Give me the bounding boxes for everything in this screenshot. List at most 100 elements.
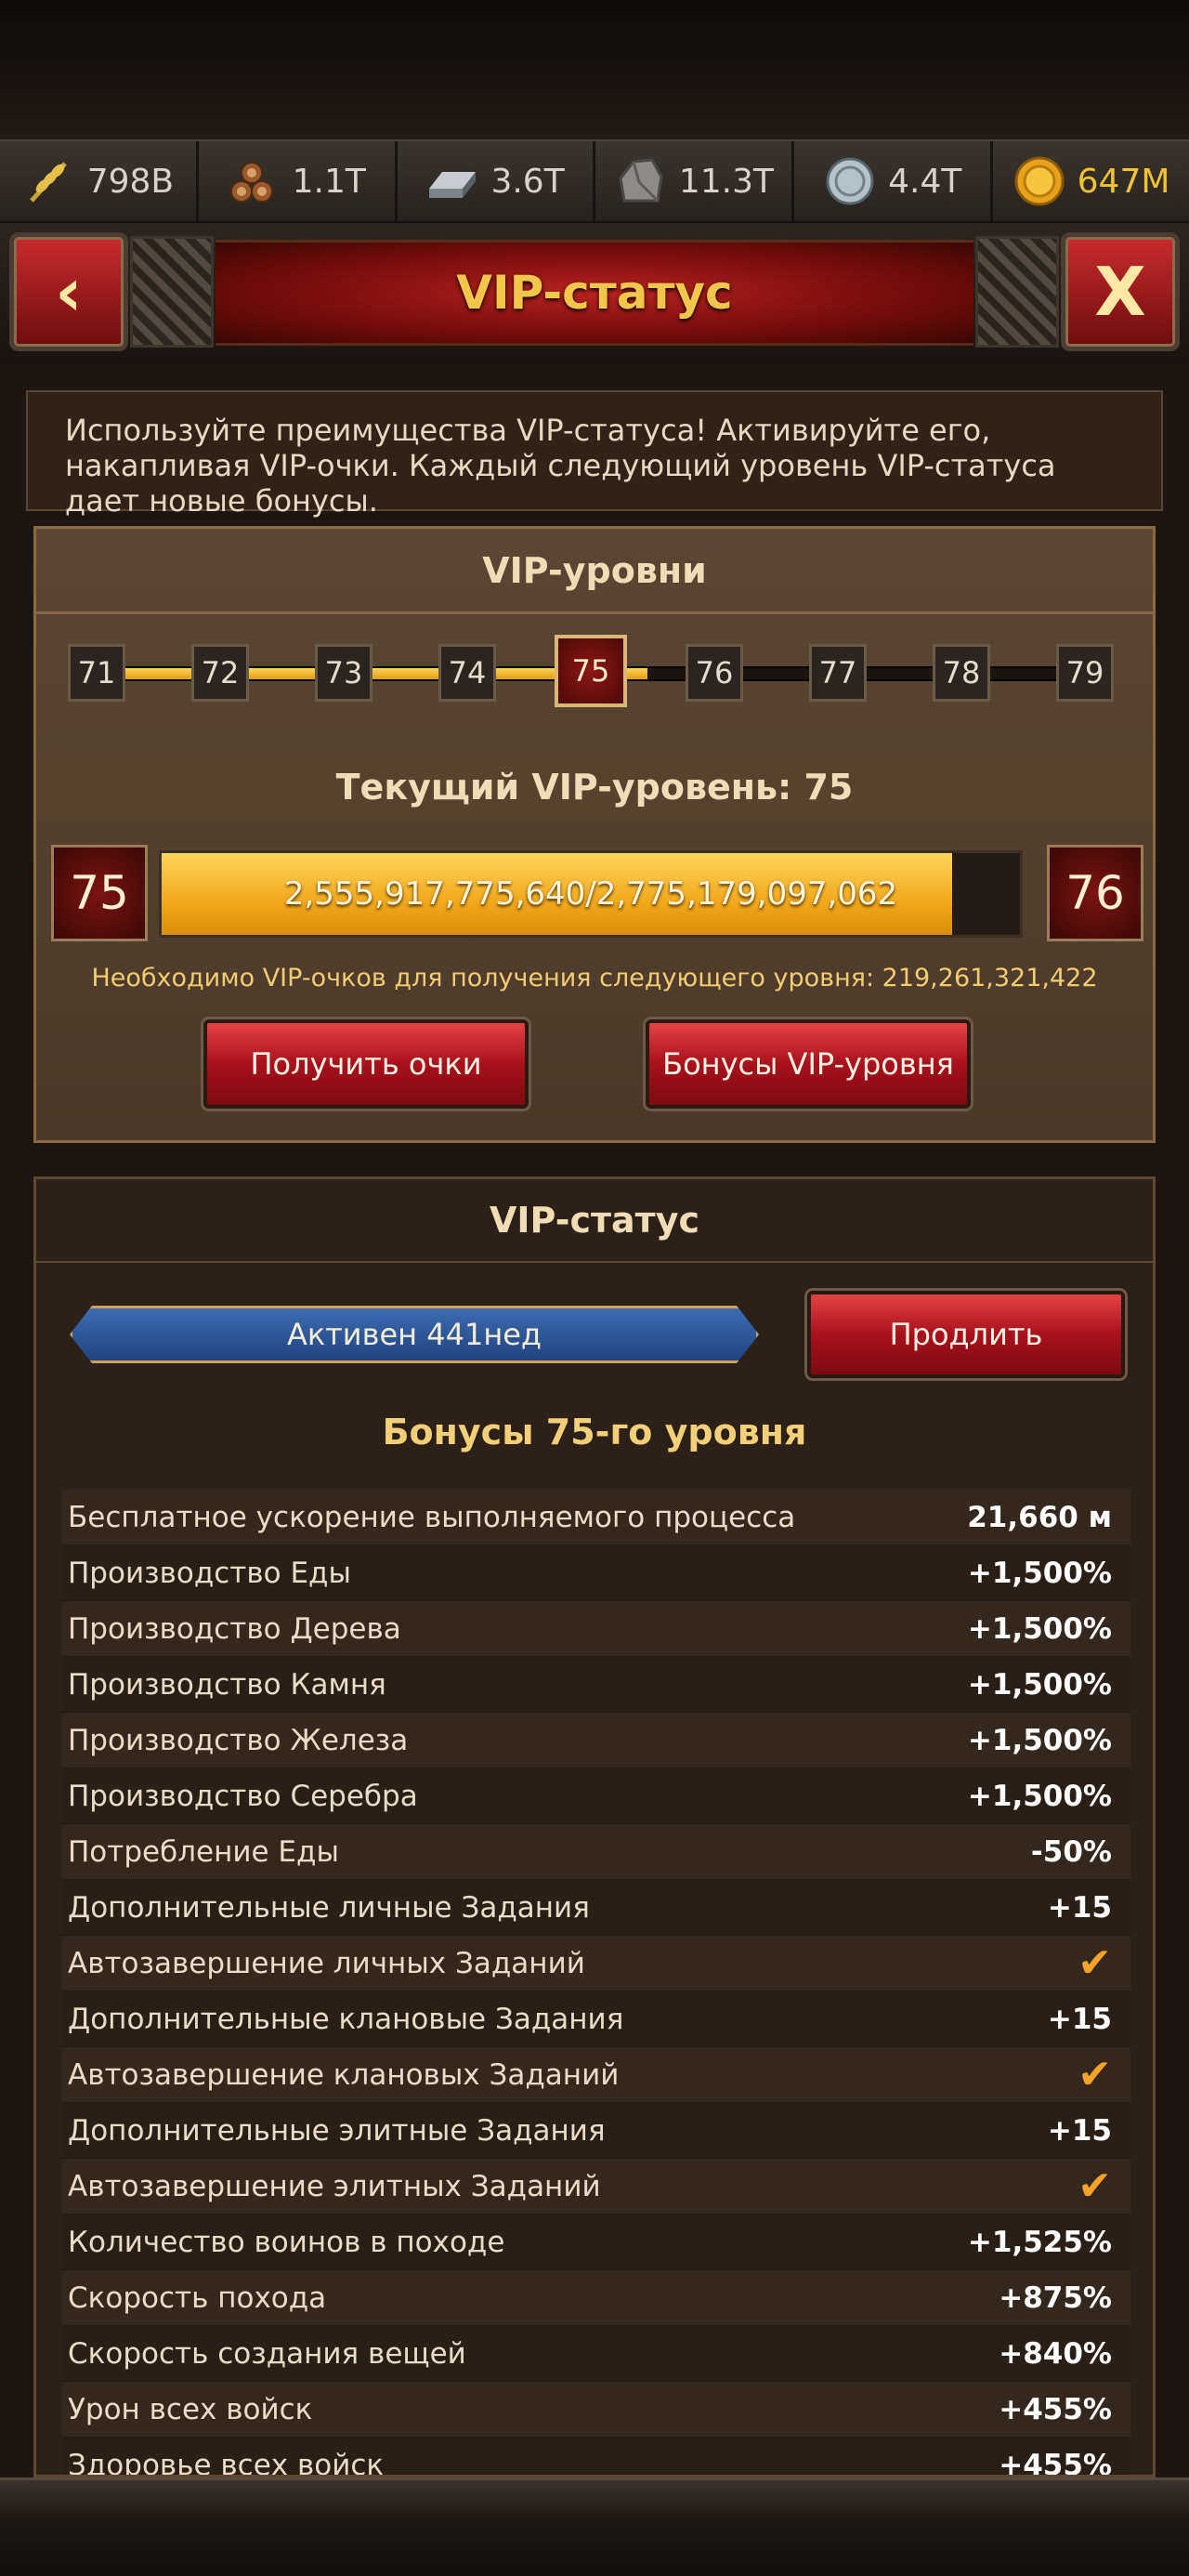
- current-level-label: Текущий VIP-уровень: 75: [36, 752, 1153, 822]
- extend-button[interactable]: Продлить: [807, 1291, 1125, 1378]
- bonus-list: Бесплатное ускорение выполняемого процес…: [62, 1490, 1130, 2477]
- bonus-value: +15: [1047, 2002, 1112, 2036]
- vip-levels-title: VIP-уровни: [36, 529, 1153, 614]
- bonus-label: Дополнительные клановые Задания: [68, 2002, 624, 2036]
- bonus-label: Автозавершение клановых Заданий: [68, 2057, 620, 2092]
- level-node[interactable]: 76: [686, 644, 743, 702]
- bonus-row: Производство Еды +1,500%: [62, 1545, 1130, 1601]
- level-node[interactable]: 77: [809, 644, 867, 702]
- bonus-label: Автозавершение элитных Заданий: [68, 2169, 601, 2203]
- level-node[interactable]: 73: [315, 644, 372, 702]
- bonus-value: +455%: [999, 2448, 1112, 2477]
- level-node-current[interactable]: 75: [555, 635, 627, 707]
- bonus-row: Производство Железа +1,500%: [62, 1713, 1130, 1768]
- resource-silver[interactable]: 4.4T: [794, 141, 994, 221]
- iron-value: 3.6T: [490, 162, 565, 201]
- check-icon: ✔: [1078, 2162, 1112, 2210]
- points-needed-text: Необходимо VIP-очков для получения следу…: [91, 964, 1098, 992]
- bonus-label: Производство Железа: [68, 1723, 409, 1757]
- level-node[interactable]: 78: [933, 644, 990, 702]
- bonus-value: +455%: [999, 2392, 1112, 2426]
- knot-ornament-left: [130, 236, 214, 348]
- level-node[interactable]: 74: [438, 644, 496, 702]
- vip-progress-text: 2,555,917,775,640/2,775,179,097,062: [283, 875, 898, 913]
- resource-stone[interactable]: 11.3T: [595, 141, 795, 221]
- bonus-label: Автозавершение личных Заданий: [68, 1946, 585, 1980]
- stone-value: 11.3T: [678, 162, 774, 201]
- level-node[interactable]: 72: [191, 644, 249, 702]
- bonus-row: Потребление Еды -50%: [62, 1824, 1130, 1880]
- bonus-row: Дополнительные личные Задания +15: [62, 1880, 1130, 1936]
- check-icon: ✔: [1078, 1939, 1112, 1987]
- vip-progress-bar: 2,555,917,775,640/2,775,179,097,062: [159, 850, 1023, 938]
- bonus-value: +1,500%: [967, 1723, 1112, 1757]
- resource-food[interactable]: 798B: [0, 141, 199, 221]
- page-title: VIP-статус: [456, 266, 733, 320]
- iron-icon: [425, 154, 479, 208]
- back-button[interactable]: ‹: [9, 232, 128, 351]
- active-status-badge: Активен 441нед: [70, 1306, 759, 1363]
- bonus-value: +1,500%: [967, 1779, 1112, 1813]
- bonus-value: +875%: [999, 2280, 1112, 2315]
- bonus-label: Здоровье всех войск: [68, 2448, 385, 2477]
- get-points-button[interactable]: Получить очки: [203, 1019, 529, 1109]
- resource-bar: 798B 1.1T 3.6T 11.3T 4.4T 647M: [0, 139, 1189, 223]
- bonus-row: Здоровье всех войск +455%: [62, 2438, 1130, 2477]
- title-banner: VIP-статус: [216, 240, 973, 346]
- level-bonuses-button[interactable]: Бонусы VIP-уровня: [646, 1019, 971, 1109]
- level-track: 71 72 73 74 75 76 77 78 79: [68, 635, 1127, 707]
- bonus-row: Бесплатное ускорение выполняемого процес…: [62, 1490, 1130, 1545]
- bonus-row: Автозавершение элитных Заданий ✔: [62, 2159, 1130, 2215]
- info-text: Используйте преимущества VIP-статуса! Ак…: [26, 390, 1163, 519]
- bonus-title: Бонусы 75-го уровня: [382, 1412, 807, 1452]
- vip-progress-row: 75 2,555,917,775,640/2,775,179,097,062 7…: [51, 845, 1143, 947]
- bonus-row: Урон всех войск +455%: [62, 2382, 1130, 2438]
- silver-icon: [823, 154, 877, 208]
- current-level-badge: 75: [51, 845, 148, 941]
- bonus-value: +1,525%: [967, 2225, 1112, 2259]
- close-button[interactable]: X: [1061, 232, 1180, 351]
- vip-status-title: VIP-статус: [36, 1179, 1153, 1263]
- bonus-value: +840%: [999, 2336, 1112, 2371]
- bonus-row: Скорость похода +875%: [62, 2270, 1130, 2326]
- gold-value: 647M: [1077, 162, 1170, 201]
- bonus-label: Урон всех войск: [68, 2392, 313, 2426]
- level-node[interactable]: 79: [1056, 644, 1114, 702]
- stone-icon: [614, 154, 668, 208]
- bonus-label: Производство Серебра: [68, 1779, 418, 1813]
- vip-status-panel: VIP-статус Активен 441нед Продлить Бонус…: [33, 1176, 1156, 2477]
- bonus-row: Скорость создания вещей +840%: [62, 2326, 1130, 2382]
- bonus-label: Производство Камня: [68, 1667, 386, 1702]
- bonus-label: Дополнительные элитные Задания: [68, 2113, 606, 2148]
- resource-gold[interactable]: 647M: [993, 141, 1189, 221]
- bonus-value: +1,500%: [967, 1667, 1112, 1702]
- bonus-value: +15: [1047, 2113, 1112, 2148]
- bonus-value: -50%: [1030, 1834, 1112, 1869]
- bonus-label: Дополнительные личные Задания: [68, 1890, 590, 1925]
- food-value: 798B: [86, 162, 175, 201]
- close-icon: X: [1094, 253, 1146, 331]
- level-node[interactable]: 71: [68, 644, 125, 702]
- bonus-value: +1,500%: [967, 1611, 1112, 1646]
- resource-wood[interactable]: 1.1T: [199, 141, 398, 221]
- bonus-row: Дополнительные клановые Задания +15: [62, 1991, 1130, 2047]
- resource-iron[interactable]: 3.6T: [398, 141, 596, 221]
- wheat-icon: [22, 154, 76, 208]
- bonus-label: Производство Дерева: [68, 1611, 401, 1646]
- bottom-frame: [0, 2477, 1189, 2576]
- bonus-value: +1,500%: [967, 1556, 1112, 1590]
- bonus-value: +15: [1047, 1890, 1112, 1925]
- bonus-row: Производство Камня +1,500%: [62, 1657, 1130, 1713]
- bonus-row: Производство Дерева +1,500%: [62, 1601, 1130, 1657]
- bonus-row: Количество воинов в походе +1,525%: [62, 2215, 1130, 2270]
- bonus-row: Автозавершение личных Заданий ✔: [62, 1936, 1130, 1991]
- gold-icon: [1013, 154, 1066, 208]
- wood-value: 1.1T: [292, 162, 366, 201]
- bonus-label: Количество воинов в походе: [68, 2225, 505, 2259]
- bonus-label: Потребление Еды: [68, 1834, 339, 1869]
- next-level-badge: 76: [1047, 845, 1143, 941]
- top-background: [0, 0, 1189, 139]
- bonus-label: Производство Еды: [68, 1556, 351, 1590]
- bonus-row: Дополнительные элитные Задания +15: [62, 2103, 1130, 2159]
- silver-value: 4.4T: [888, 162, 962, 201]
